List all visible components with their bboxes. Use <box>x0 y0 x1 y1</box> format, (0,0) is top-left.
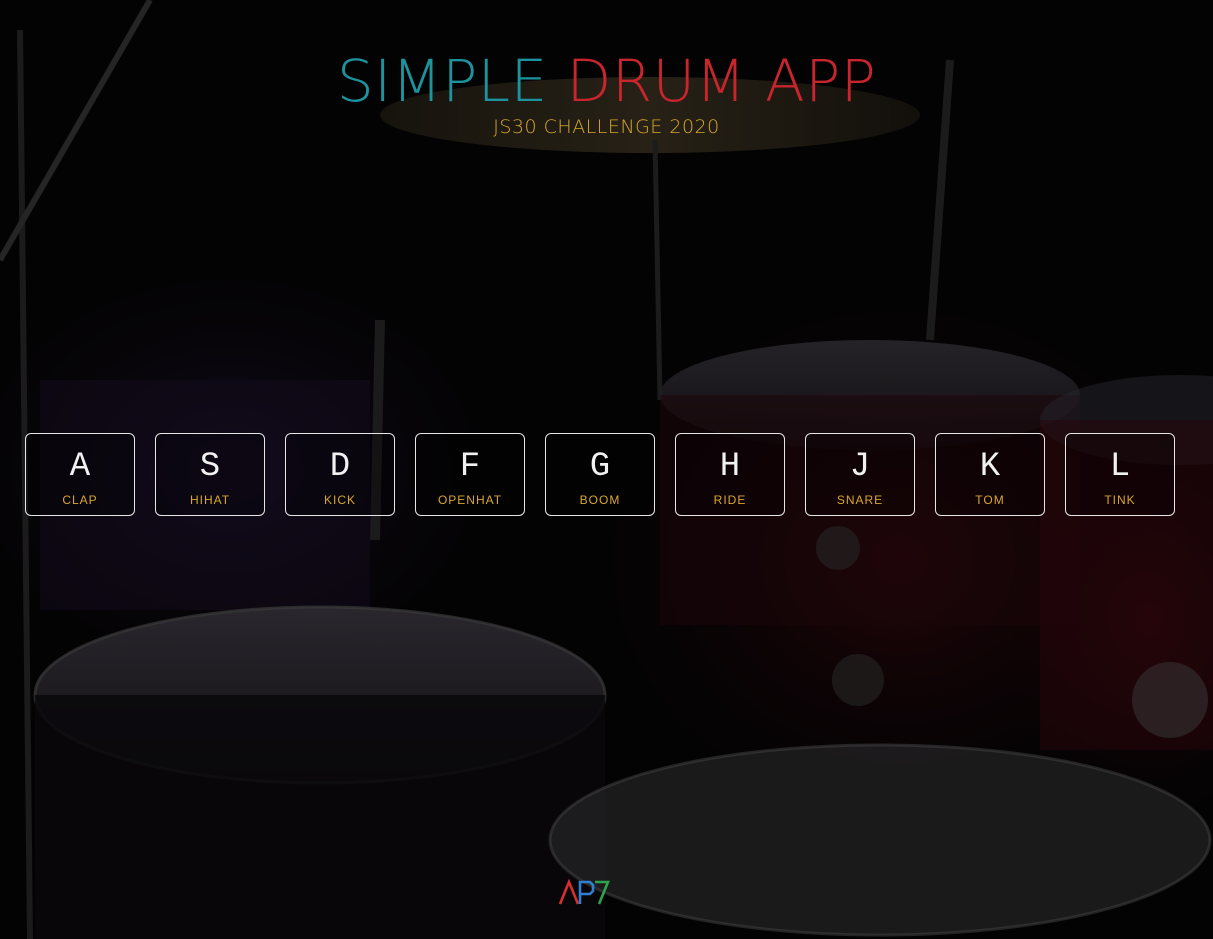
page-subtitle: JS30 CHALLENGE 2020 <box>493 116 720 138</box>
key-letter: H <box>719 448 741 486</box>
drum-key-l[interactable]: L TINK <box>1065 433 1175 516</box>
page-title: SIMPLE DRUM APP <box>0 48 1213 114</box>
sound-label: KICK <box>323 493 356 507</box>
ap7-logo-icon[interactable] <box>558 878 610 908</box>
drum-key-f[interactable]: F OPENHAT <box>415 433 525 516</box>
key-letter: G <box>589 448 611 486</box>
drum-key-j[interactable]: J SNARE <box>805 433 915 516</box>
drum-key-d[interactable]: D KICK <box>285 433 395 516</box>
drum-key-k[interactable]: K TOM <box>935 433 1045 516</box>
sound-label: OPENHAT <box>437 493 503 507</box>
sound-label: SNARE <box>836 493 884 507</box>
key-letter: L <box>1109 448 1131 486</box>
app-root: SIMPLE DRUM APP JS30 CHALLENGE 2020 A CL… <box>0 0 1213 939</box>
page-header: SIMPLE DRUM APP JS30 CHALLENGE 2020 <box>0 48 1213 138</box>
title-simple: SIMPLE <box>336 47 548 115</box>
drum-key-g[interactable]: G BOOM <box>545 433 655 516</box>
sound-label: RIDE <box>713 493 747 507</box>
drum-key-s[interactable]: S HIHAT <box>155 433 265 516</box>
key-letter: A <box>69 448 91 486</box>
sound-label: BOOM <box>579 493 621 507</box>
key-letter: J <box>849 448 871 486</box>
sound-label: HIHAT <box>189 493 231 507</box>
key-letter: S <box>199 448 221 486</box>
key-letter: F <box>459 448 481 486</box>
drum-keys: A CLAP S HIHAT D KICK F OPENHAT G BOOM H… <box>25 433 1175 516</box>
key-letter: K <box>979 448 1001 486</box>
sound-label: TOM <box>975 493 1005 507</box>
drum-key-h[interactable]: H RIDE <box>675 433 785 516</box>
sound-label: CLAP <box>62 493 98 507</box>
drum-key-a[interactable]: A CLAP <box>25 433 135 516</box>
title-drum-app: DRUM APP <box>566 47 877 115</box>
key-letter: D <box>329 448 351 486</box>
sound-label: TINK <box>1104 493 1136 507</box>
